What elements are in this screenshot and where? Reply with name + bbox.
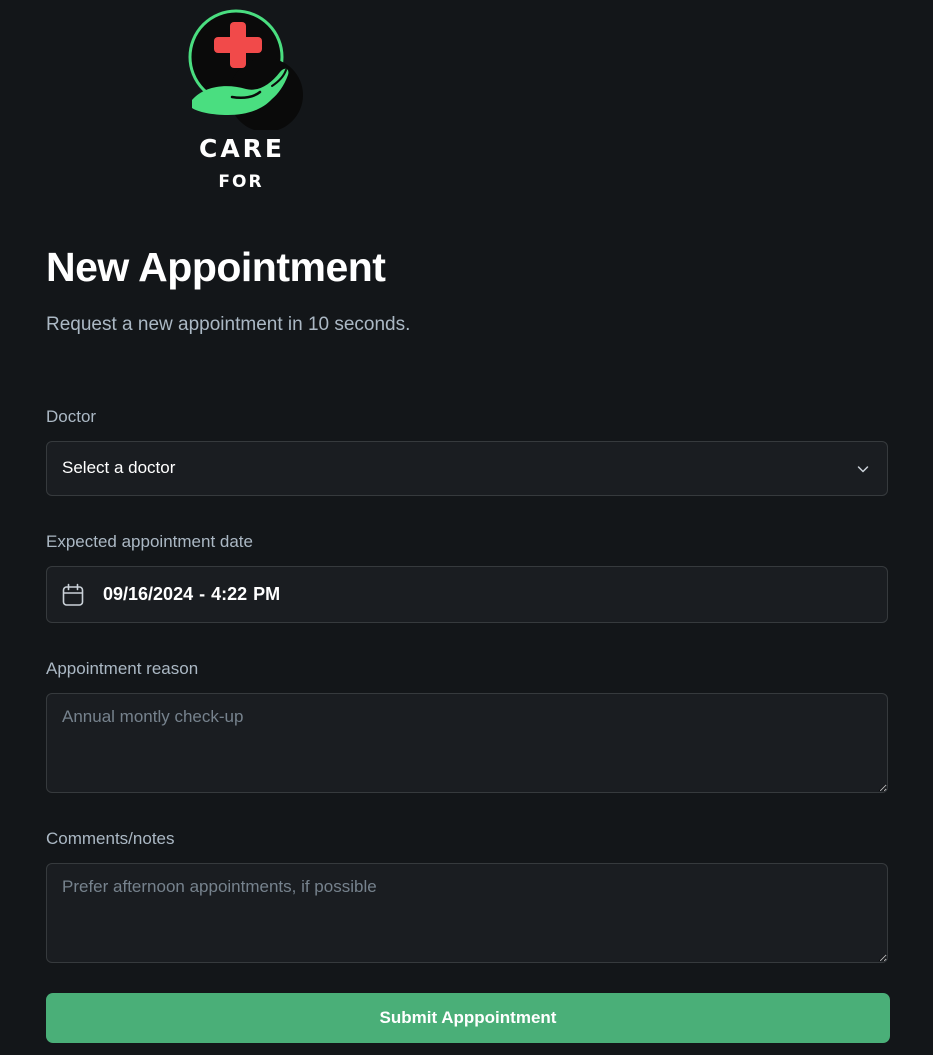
doctor-select[interactable]: Select a doctor [46, 441, 888, 496]
date-label: Expected appointment date [46, 532, 253, 551]
care-logo-mark [188, 9, 303, 130]
submit-appointment-button[interactable]: Submit Apppointment [46, 993, 890, 1043]
comments-notes-input[interactable] [46, 863, 888, 963]
calendar-icon [62, 583, 84, 606]
appointment-date-field[interactable]: 09/16/2024 - 4:22 PM [46, 566, 888, 623]
care-for-logo: CARE FOR [186, 8, 306, 198]
logo-wordmark-for: FOR [218, 172, 264, 192]
appointment-reason-input[interactable] [46, 693, 888, 793]
page-subtitle: Request a new appointment in 10 seconds. [46, 314, 411, 335]
reason-label: Appointment reason [46, 659, 199, 678]
notes-label: Comments/notes [46, 829, 175, 848]
logo-wordmark-care: CARE [198, 134, 286, 163]
chevron-down-icon [857, 466, 869, 473]
doctor-select-value: Select a doctor [62, 458, 176, 477]
doctor-label: Doctor [46, 407, 97, 426]
appointment-date-value: 09/16/2024 - 4:22 PM [103, 584, 281, 604]
page-title: New Appointment [46, 244, 386, 290]
